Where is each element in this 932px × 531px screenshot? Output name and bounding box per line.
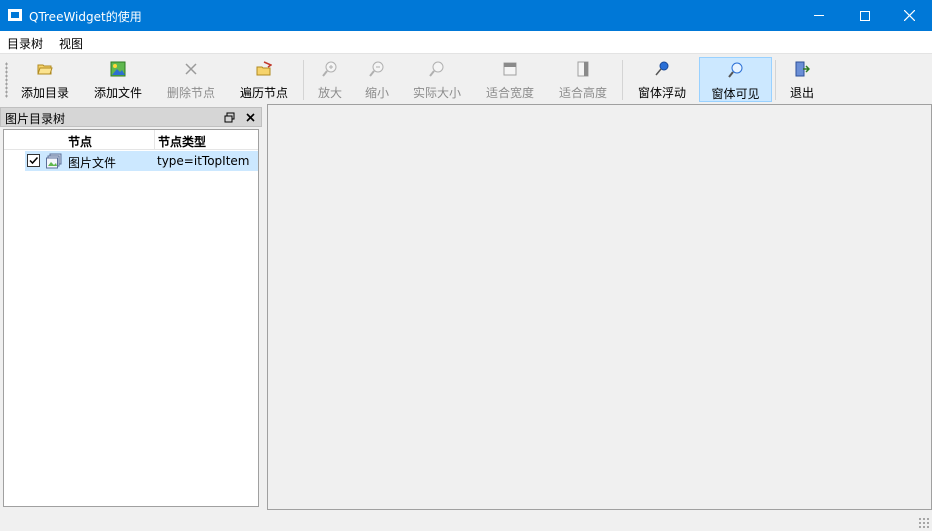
toolbar-grip[interactable]	[5, 62, 8, 98]
image-tree-dock: 图片目录树 节点 节点类型 图片文件 type=itTopItem	[0, 104, 262, 510]
checkmark-icon	[29, 156, 39, 165]
dock-visible-label: 窗体可见	[711, 87, 760, 101]
toolbar: 添加目录 添加文件 删除节点 遍历节点 放大 缩小 实际大小 适合宽度 适合高度…	[0, 53, 932, 104]
folder-open-icon	[37, 61, 53, 77]
dock-title: 图片目录树	[5, 112, 66, 126]
tree-item-checkbox[interactable]	[27, 154, 40, 167]
directory-tree[interactable]: 节点 节点类型 图片文件 type=itTopItem	[3, 129, 259, 507]
tree-item-type: type=itTopItem	[157, 154, 250, 168]
fit-width-button[interactable]: 适合宽度	[479, 57, 541, 102]
fit-width-icon	[502, 61, 518, 77]
toolbar-separator	[303, 60, 304, 100]
toolbar-separator	[622, 60, 623, 100]
delete-node-button[interactable]: 删除节点	[160, 57, 222, 102]
traverse-nodes-button[interactable]: 遍历节点	[233, 57, 295, 102]
menu-bar: 目录树 视图	[0, 31, 932, 53]
traverse-nodes-label: 遍历节点	[239, 86, 288, 100]
zoom-out-icon	[369, 61, 385, 77]
tree-header: 节点 节点类型	[4, 130, 258, 150]
pin-icon	[654, 61, 670, 77]
zoom-actual-icon	[429, 61, 445, 77]
fit-height-icon	[575, 61, 591, 77]
exit-label: 退出	[789, 86, 814, 100]
header-node-type[interactable]: 节点类型	[158, 133, 206, 150]
image-stack-icon	[46, 153, 62, 169]
dock-title-bar[interactable]: 图片目录树	[0, 107, 262, 127]
dock-float-button[interactable]: 窗体浮动	[631, 57, 693, 102]
title-bar: QTreeWidget的使用	[0, 0, 932, 31]
delete-node-label: 删除节点	[166, 86, 215, 100]
zoom-out-button[interactable]: 缩小	[357, 57, 397, 102]
zoom-in-icon	[322, 61, 338, 77]
add-file-label: 添加文件	[93, 86, 142, 100]
dock-visible-button[interactable]: 窗体可见	[699, 57, 772, 102]
add-folder-label: 添加目录	[20, 86, 69, 100]
status-bar	[0, 510, 932, 531]
fit-height-button[interactable]: 适合高度	[552, 57, 614, 102]
dock-float-icon[interactable]	[224, 112, 235, 123]
exit-door-icon	[794, 61, 811, 77]
dock-close-icon[interactable]	[245, 112, 256, 123]
minimize-icon	[814, 15, 824, 16]
add-file-button[interactable]: 添加文件	[87, 57, 149, 102]
header-node[interactable]: 节点	[68, 133, 92, 150]
fit-width-label: 适合宽度	[485, 86, 534, 100]
image-file-icon	[110, 61, 126, 77]
tree-item-image-files[interactable]: 图片文件 type=itTopItem	[25, 151, 258, 171]
maximize-button[interactable]	[842, 0, 888, 31]
dock-float-label: 窗体浮动	[637, 86, 686, 100]
actual-size-button[interactable]: 实际大小	[405, 57, 469, 102]
menu-view[interactable]: 视图	[59, 35, 83, 52]
close-icon	[903, 10, 915, 21]
add-folder-button[interactable]: 添加目录	[14, 57, 76, 102]
actual-size-label: 实际大小	[412, 86, 461, 100]
magnifier-icon	[727, 62, 744, 78]
fit-height-label: 适合高度	[558, 86, 607, 100]
resize-grip[interactable]	[918, 517, 930, 529]
traverse-folder-icon	[256, 61, 273, 77]
tree-item-name: 图片文件	[68, 156, 117, 170]
header-separator	[154, 130, 155, 150]
exit-button[interactable]: 退出	[782, 57, 822, 102]
zoom-in-label: 放大	[317, 86, 342, 100]
menu-directory-tree[interactable]: 目录树	[7, 35, 43, 52]
close-button[interactable]	[886, 0, 932, 31]
minimize-button[interactable]	[796, 0, 842, 31]
delete-x-icon	[183, 61, 199, 77]
maximize-icon	[860, 10, 870, 21]
zoom-in-button[interactable]: 放大	[310, 57, 350, 102]
toolbar-separator	[775, 60, 776, 100]
window-title: QTreeWidget的使用	[29, 10, 142, 24]
app-icon	[8, 9, 22, 21]
image-display-area[interactable]	[267, 104, 932, 510]
zoom-out-label: 缩小	[364, 86, 389, 100]
